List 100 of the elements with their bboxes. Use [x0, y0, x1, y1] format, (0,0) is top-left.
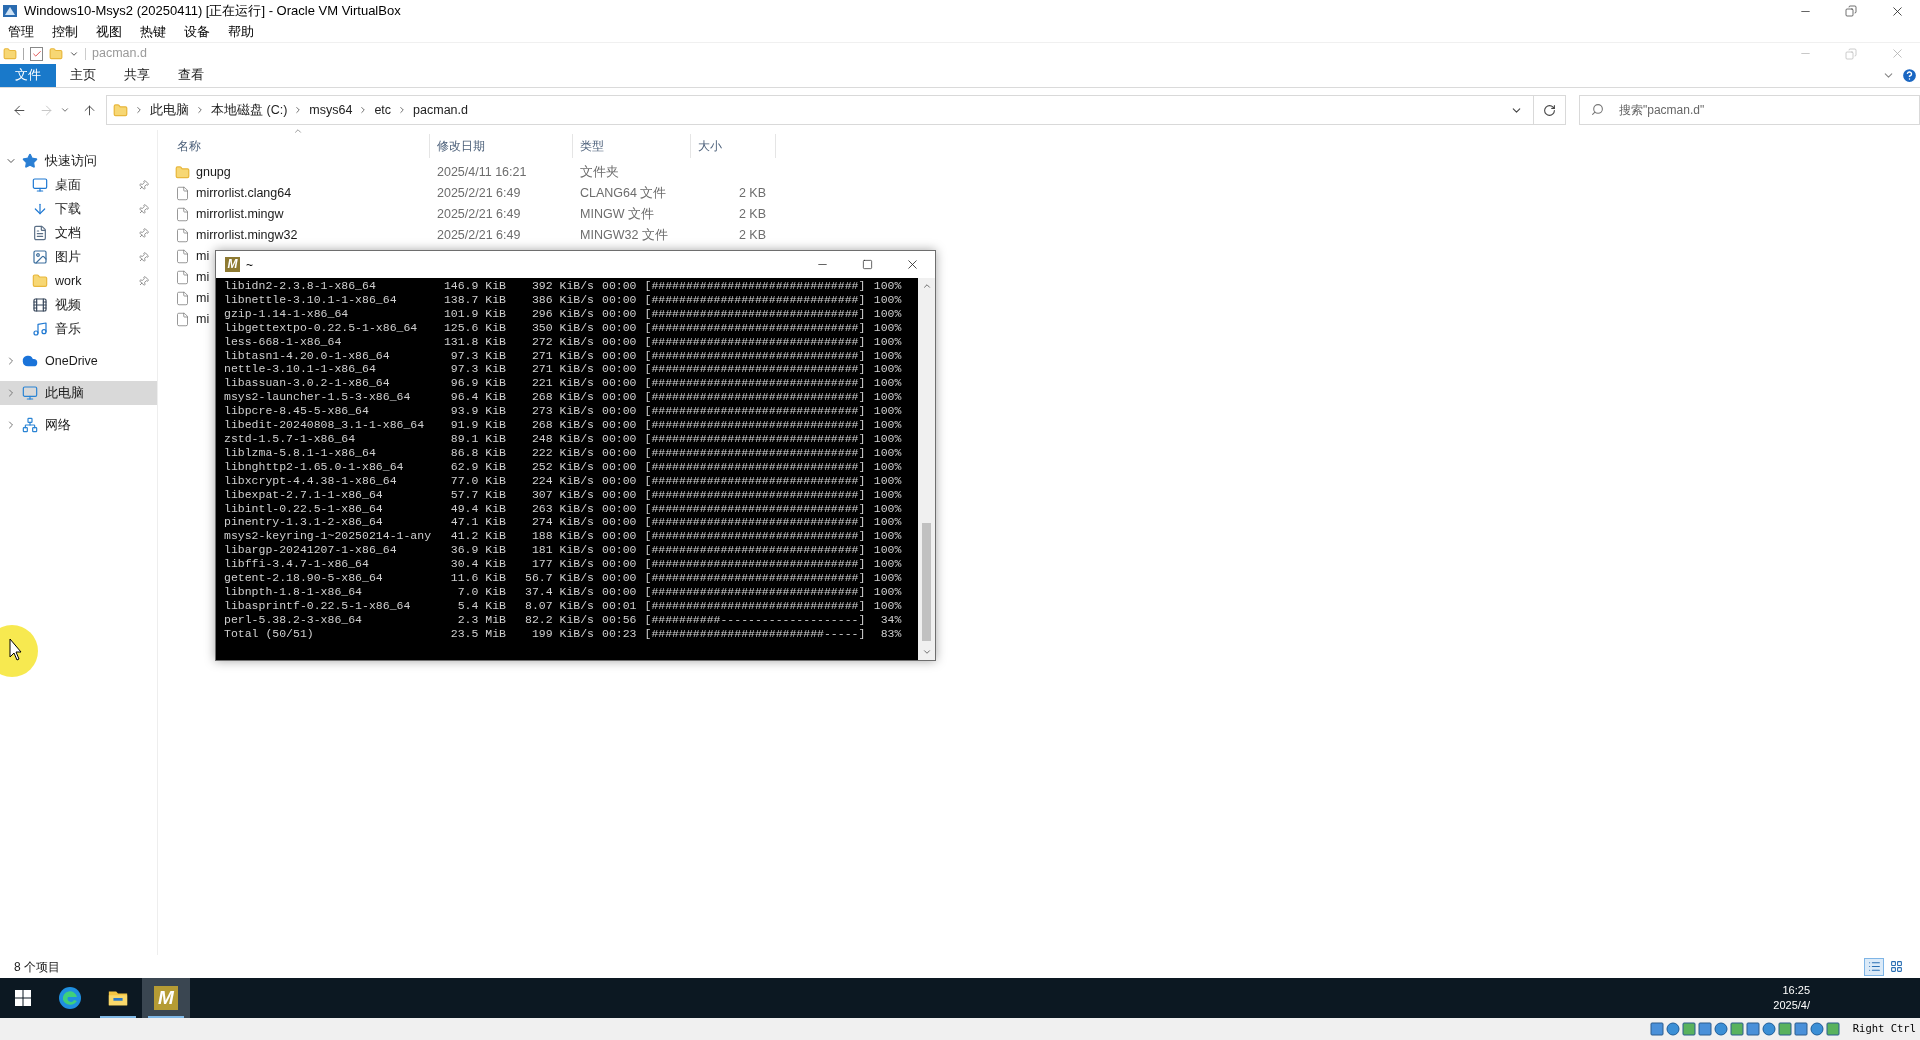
restore-icon[interactable]: [1845, 5, 1857, 17]
maximize-icon[interactable]: [862, 259, 873, 270]
refresh-icon: [1543, 103, 1556, 117]
file-name[interactable]: mi: [196, 289, 210, 308]
sidebar-item[interactable]: OneDrive: [0, 349, 157, 373]
search-field[interactable]: 搜索"pacman.d": [1579, 95, 1920, 125]
list-view-icon: [1867, 960, 1881, 973]
sort-ascending-icon: [293, 126, 303, 136]
scrollbar[interactable]: [918, 278, 935, 660]
terminal-line: zstd-1.5.7-1-x86_64 89.1 KiB 248 KiB/s 00:00 [##############################] 100%: [224, 431, 902, 446]
search-icon: [1591, 103, 1604, 116]
forward-icon[interactable]: [39, 102, 54, 118]
properties-icon[interactable]: [30, 46, 43, 61]
sidebar-item[interactable]: 视频: [0, 293, 157, 317]
terminal-line: libexpat-2.7.1-1-x86_64 57.7 KiB 307 KiB/s 00:00 [##############################] 100%: [224, 487, 902, 502]
sidebar-item[interactable]: 快速访问: [0, 149, 157, 173]
sidebar-item[interactable]: 音乐: [0, 317, 157, 341]
picture-icon: [32, 249, 48, 265]
sidebar-item[interactable]: 网络: [0, 413, 157, 437]
date-modified: 2025/2/21 6:49: [437, 186, 521, 201]
scrollbar-thumb[interactable]: [922, 523, 931, 641]
terminal-line: libffi-3.4.7-1-x86_64 30.4 KiB 177 KiB/s 00:00 [##############################] 100%: [224, 557, 902, 572]
sidebar-item[interactable]: 此电脑: [0, 381, 157, 405]
terminal-line: Total (50/51) 23.5 MiB 199 KiB/s 00:23 [#########################-----] 83%: [224, 626, 902, 641]
terminal-line: msys2-keyring-1~20250214-1-any 41.2 KiB 188 KiB/s 00:00 [##############################] 100%: [224, 529, 902, 544]
file-type: MINGW 文件: [580, 207, 654, 222]
cloud-icon: [22, 353, 38, 369]
terminal-title: ~: [246, 256, 253, 274]
sidebar-item[interactable]: 桌面: [0, 173, 157, 197]
file-icon: [175, 312, 190, 327]
grid-view-icon: [1889, 960, 1903, 973]
desktop-icon: [32, 177, 48, 193]
file-size: 2 KB: [738, 228, 766, 243]
breadcrumb-separator-icon[interactable]: [134, 105, 144, 115]
running-indicator: [100, 1016, 136, 1018]
ribbon-tab[interactable]: 共享: [110, 64, 164, 87]
date-modified: 2025/4/11 16:21: [437, 165, 527, 180]
clock-date[interactable]: 2025/4/: [1773, 998, 1810, 1013]
file-name[interactable]: mirrorlist.clang64: [196, 184, 292, 203]
item-count: 8 个项目: [14, 958, 60, 976]
back-icon[interactable]: [12, 102, 27, 118]
menu-item[interactable]: 帮助: [228, 22, 254, 42]
file-name[interactable]: mirrorlist.mingw32: [196, 226, 298, 245]
download-icon: [32, 201, 48, 217]
file-type: MINGW32 文件: [580, 228, 668, 243]
terminal-line: libxcrypt-4.4.38-1-x86_64 77.0 KiB 224 KiB/s 00:00 [##############################] 100%: [224, 473, 902, 488]
column-header[interactable]: 名称: [170, 134, 430, 158]
windows-start-icon[interactable]: [15, 990, 31, 1006]
column-header[interactable]: 修改日期: [430, 134, 573, 158]
clock-time[interactable]: 16:25: [1782, 983, 1810, 998]
file-type: 文件夹: [580, 165, 619, 180]
file-name[interactable]: gnupg: [196, 163, 231, 182]
file-size: 2 KB: [738, 186, 766, 201]
address-bar[interactable]: 此电脑 本地磁盘 (C:) msys64 etc pacman.d: [106, 95, 1534, 125]
window-title: Windows10-Msys2 (20250411) [正在运行] - Oracle VM VirtualBox: [24, 2, 401, 21]
recent-locations-icon[interactable]: [60, 105, 70, 115]
scroll-down-icon[interactable]: [921, 647, 932, 657]
file-name[interactable]: mi: [196, 247, 210, 266]
terminal-line: libpcre-8.45-5-x86_64 93.9 KiB 273 KiB/s 00:00 [##############################] 100%: [224, 404, 902, 419]
menu-item[interactable]: 设备: [184, 22, 210, 42]
breadcrumb-item[interactable]: 本地磁盘 (C:): [211, 100, 288, 120]
file-size: 2 KB: [738, 207, 766, 222]
view-toggle-button[interactable]: [1864, 957, 1884, 976]
video-icon: [32, 297, 48, 313]
ribbon-tab[interactable]: 文件: [0, 64, 56, 87]
sidebar-item[interactable]: work: [0, 269, 157, 293]
menu-item[interactable]: 管理: [8, 22, 34, 42]
date-modified: 2025/2/21 6:49: [437, 228, 521, 243]
up-icon[interactable]: [82, 102, 97, 118]
close-icon[interactable]: [905, 257, 920, 272]
folder-icon: [3, 46, 17, 61]
explorer-title: pacman.d: [92, 45, 147, 63]
help-icon[interactable]: [1901, 67, 1918, 84]
terminal-line: getent-2.18.90-5-x86_64 11.6 KiB 56.7 KiB/s 00:00 [##############################] 100%: [224, 571, 902, 585]
refresh-button[interactable]: [1534, 95, 1566, 125]
breadcrumb-item[interactable]: 此电脑: [150, 100, 189, 120]
menu-item[interactable]: 视图: [96, 22, 122, 42]
menu-item[interactable]: 控制: [52, 22, 78, 42]
file-name[interactable]: mirrorlist.mingw: [196, 205, 284, 224]
sidebar-item[interactable]: 图片: [0, 245, 157, 269]
ribbon-tab[interactable]: 主页: [56, 64, 110, 87]
file-name[interactable]: mi: [196, 310, 210, 329]
scroll-up-icon[interactable]: [921, 281, 932, 291]
breadcrumb-separator-icon[interactable]: [195, 105, 205, 115]
pc-icon: [22, 385, 38, 401]
file-name[interactable]: mi: [196, 268, 210, 287]
new-folder-icon[interactable]: [49, 46, 63, 61]
terminal-line: liblzma-5.8.1-1-x86_64 86.8 KiB 222 KiB/s 00:00 [##############################] 100%: [224, 445, 902, 460]
column-header[interactable]: 类型: [573, 134, 691, 158]
ribbon-tab[interactable]: 查看: [164, 64, 218, 87]
sidebar-item[interactable]: 文档: [0, 221, 157, 245]
menu-item[interactable]: 热键: [140, 22, 166, 42]
breadcrumb-item[interactable]: etc: [374, 100, 392, 120]
column-header[interactable]: 大小: [691, 134, 776, 158]
folder-icon: [175, 165, 190, 180]
terminal-line: libnpth-1.8-1-x86_64 7.0 KiB 37.4 KiB/s 00:00 [##############################] 100%: [224, 584, 902, 599]
network-icon: [22, 417, 38, 433]
sidebar-item[interactable]: 下载: [0, 197, 157, 221]
breadcrumb-item[interactable]: msys64: [309, 100, 353, 120]
breadcrumb-item[interactable]: pacman.d: [413, 100, 468, 120]
